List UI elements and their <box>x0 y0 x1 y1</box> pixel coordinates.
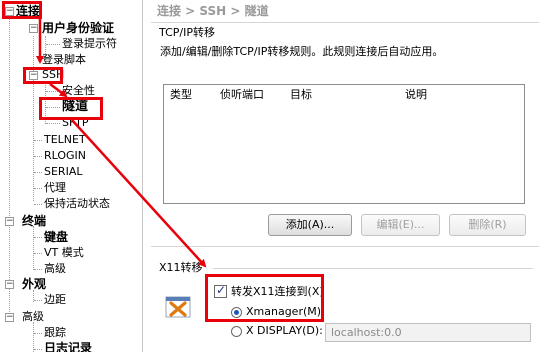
highlight-ssh <box>23 67 63 84</box>
collapse-toggle-appearance[interactable]: − <box>5 280 14 289</box>
tree-item-advanced[interactable]: 高级 <box>22 309 44 325</box>
xdisplay-input[interactable]: localhost:0.0 <box>325 323 531 342</box>
tree-item-vt-mode[interactable]: VT 模式 <box>44 245 84 261</box>
tree-item-logging[interactable]: 日志记录 <box>44 340 92 352</box>
tree-item-login-script[interactable]: 登录脚本 <box>42 52 86 68</box>
tree-item-authentication[interactable]: 用户身份验证 <box>42 20 114 36</box>
tree-item-appearance[interactable]: 外观 <box>22 276 46 292</box>
list-header: 类型 侦听端口 目标 说明 <box>164 85 524 105</box>
column-description[interactable]: 说明 <box>405 85 427 105</box>
add-rule-button[interactable]: 添加(A)... <box>268 214 352 236</box>
collapse-toggle-advanced[interactable]: − <box>5 313 14 322</box>
x11-group-line <box>213 268 533 269</box>
tree-item-keepalive[interactable]: 保持活动状态 <box>44 196 110 212</box>
tree-item-rlogin[interactable]: RLOGIN <box>44 148 86 164</box>
highlight-connection <box>2 1 42 19</box>
column-destination[interactable]: 目标 <box>290 85 312 105</box>
section-divider <box>151 246 539 247</box>
x11-group-title: X11转移 <box>159 261 203 274</box>
xdisplay-radio-label[interactable]: X DISPLAY(D): <box>246 324 323 338</box>
highlight-x11-options <box>205 274 324 322</box>
collapse-toggle-terminal[interactable]: − <box>5 217 14 226</box>
column-type[interactable]: 类型 <box>170 85 192 105</box>
tree-item-keyboard[interactable]: 键盘 <box>44 229 68 245</box>
delete-rule-button[interactable]: 删除(R) <box>449 214 526 236</box>
tcp-group-title: TCP/IP转移 <box>159 26 215 39</box>
tree-item-margins[interactable]: 边距 <box>44 292 66 308</box>
tree-item-telnet[interactable]: TELNET <box>44 132 86 148</box>
forwarding-rules-list[interactable]: 类型 侦听端口 目标 说明 <box>163 84 525 204</box>
settings-tree[interactable]: − 连接 − 用户身份验证 登录提示符 登录脚本 − SSH 安全性 隧道 SF… <box>0 0 143 352</box>
tree-item-trace[interactable]: 跟踪 <box>44 325 66 341</box>
tcp-description: 添加/编辑/删除TCP/IP转移规则。此规则连接后自动应用。 <box>160 45 444 58</box>
highlight-tunneling <box>39 97 103 120</box>
tree-item-terminal[interactable]: 终端 <box>22 213 46 229</box>
column-listen-port[interactable]: 侦听端口 <box>220 85 264 105</box>
collapse-toggle-auth[interactable]: − <box>29 24 38 33</box>
xmanager-icon <box>165 296 191 318</box>
xdisplay-radio[interactable] <box>231 326 242 337</box>
tree-item-terminal-advanced[interactable]: 高级 <box>44 261 66 277</box>
edit-rule-button[interactable]: 编辑(E)... <box>361 214 440 236</box>
tree-item-login-prompts[interactable]: 登录提示符 <box>62 36 117 52</box>
tree-item-proxy[interactable]: 代理 <box>44 180 66 196</box>
tree-item-serial[interactable]: SERIAL <box>44 164 82 180</box>
breadcrumb: 连接 > SSH > 隧道 <box>157 4 269 18</box>
breadcrumb-divider <box>151 22 539 23</box>
